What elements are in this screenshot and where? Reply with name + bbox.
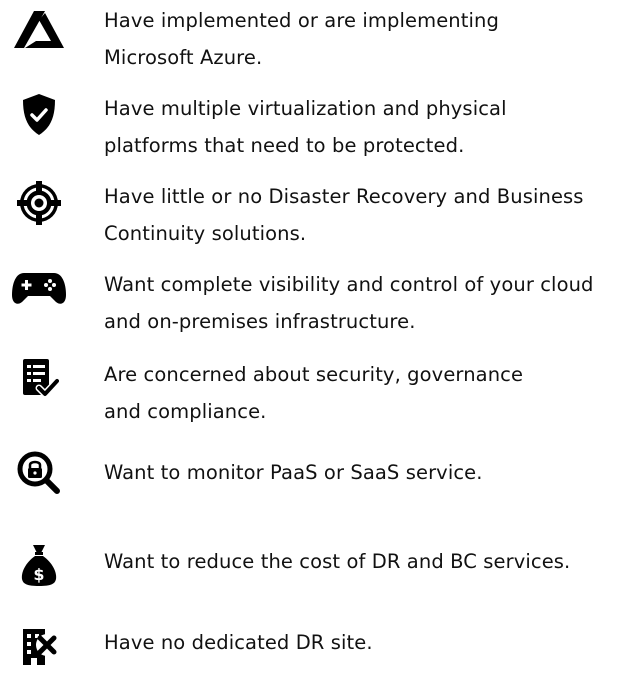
svg-text:$: $ <box>33 565 44 584</box>
list-item-text: Have little or no Disaster Recovery and … <box>104 185 584 245</box>
gamepad-icon <box>9 264 69 314</box>
life-ring-icon <box>9 178 69 228</box>
list-item-text: Want to reduce the cost of DR and BC ser… <box>104 550 571 573</box>
list-item-text: Have implemented or are implementing Mic… <box>104 9 499 69</box>
shield-check-icon <box>9 90 69 140</box>
building-x-icon <box>9 622 69 672</box>
list-item-text: Want complete visibility and control of … <box>104 273 594 333</box>
search-lock-icon <box>9 448 69 498</box>
azure-logo-icon <box>9 6 69 56</box>
list-item-text: Have no dedicated DR site. <box>104 631 373 654</box>
list-item-text: Have multiple virtualization and physica… <box>104 97 507 157</box>
checklist-icon <box>9 354 69 404</box>
money-bag-icon: $ <box>9 540 69 590</box>
list-item-text: Want to monitor PaaS or SaaS service. <box>104 461 483 484</box>
list-item-text: Are concerned about security, governance… <box>104 363 524 423</box>
